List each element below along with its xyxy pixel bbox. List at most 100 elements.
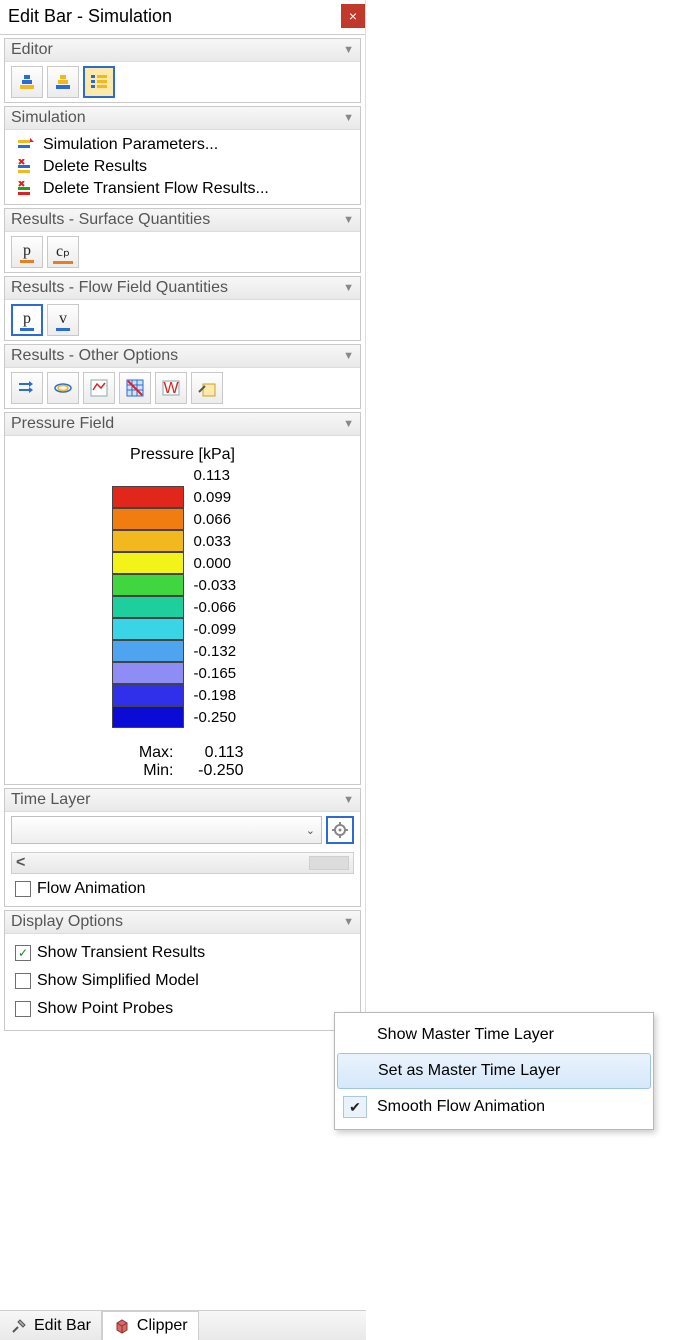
legend-value: -0.250 [184,709,254,726]
legend-value: 0.000 [184,555,254,572]
chevron-down-icon: ▼ [343,794,354,806]
menu-item-label: Delete Transient Flow Results... [43,180,269,198]
other-btn-probe[interactable] [191,372,223,404]
section-title: Results - Other Options [11,347,178,365]
scroll-thumb[interactable] [309,856,349,870]
legend-swatch [112,684,184,706]
context-menu-label: Set as Master Time Layer [378,1062,560,1080]
tools-icon [10,1317,28,1335]
section-pressure-field: Pressure Field ▼ Pressure [kPa] 0.113 0.0… [4,412,361,785]
chevron-down-icon: ⌄ [306,824,315,837]
other-btn-contours[interactable] [47,372,79,404]
context-menu-item[interactable]: Smooth Flow Animation [337,1089,651,1125]
chevron-down-icon: ▼ [343,350,354,362]
display-option[interactable]: Show Simplified Model [11,966,354,994]
editor-btn-1[interactable] [11,66,43,98]
section-header-results-flowfield[interactable]: Results - Flow Field Quantities ▼ [5,277,360,300]
legend-swatch [112,662,184,684]
legend-row: -0.250 [112,706,254,728]
time-layer-context-menu: Show Master Time Layer Set as Master Time… [334,1012,654,1130]
legend-swatch [112,706,184,728]
section-simulation: Simulation ▼ Simulation Parameters... De… [4,106,361,205]
chevron-down-icon: ▼ [343,44,354,56]
list-icon [89,72,109,92]
time-scrollbar[interactable]: < [11,852,354,874]
w-icon: W [161,378,181,398]
section-results-flowfield: Results - Flow Field Quantities ▼ p v [4,276,361,341]
legend-stats: Max:0.113 Min:-0.250 [11,734,354,780]
legend-swatch [112,486,184,508]
context-menu-label: Show Master Time Layer [377,1026,554,1044]
section-title: Results - Surface Quantities [11,211,210,229]
check-icon [343,1096,367,1118]
pressure-cp-button[interactable]: cₚ [47,236,79,268]
min-value: -0.250 [184,762,244,780]
cp-icon: cₚ [53,241,73,264]
max-value: 0.113 [184,744,244,762]
section-editor: Editor ▼ [4,38,361,103]
check-icon [343,1024,367,1046]
section-results-surface: Results - Surface Quantities ▼ p cₚ [4,208,361,273]
close-button[interactable]: × [341,4,365,28]
legend-row: -0.132 [112,640,254,662]
flow-p-button[interactable]: p [11,304,43,336]
other-btn-w[interactable]: W [155,372,187,404]
section-header-time-layer[interactable]: Time Layer ▼ [5,789,360,812]
section-header-display-options[interactable]: Display Options ▼ [5,911,360,934]
other-btn-chart[interactable] [83,372,115,404]
editor-btn-2[interactable] [47,66,79,98]
legend-row: 0.000 [112,552,254,574]
other-btn-streamlines[interactable] [11,372,43,404]
chart-icon [89,378,109,398]
legend-row: 0.033 [112,530,254,552]
probe-icon [197,378,217,398]
time-layer-settings-button[interactable] [326,816,354,844]
tab-clipper[interactable]: Clipper [102,1311,199,1340]
legend-value: 0.113 [184,467,254,484]
legend-swatch [112,640,184,662]
menu-item-delete-results[interactable]: Delete Results [11,156,354,178]
section-header-pressure-field[interactable]: Pressure Field ▼ [5,413,360,436]
section-display-options: Display Options ▼ Show Transient Results… [4,910,361,1031]
section-header-results-other[interactable]: Results - Other Options ▼ [5,345,360,368]
section-header-editor[interactable]: Editor ▼ [5,39,360,62]
flow-v-button[interactable]: v [47,304,79,336]
menu-item-label: Simulation Parameters... [43,136,218,154]
time-layer-dropdown[interactable]: ⌄ [11,816,322,844]
check-icon [344,1060,368,1082]
context-menu-item[interactable]: Show Master Time Layer [337,1017,651,1053]
section-header-simulation[interactable]: Simulation ▼ [5,107,360,130]
menu-item-sim-params[interactable]: Simulation Parameters... [11,134,354,156]
p-icon: p [20,310,34,331]
display-option[interactable]: Show Transient Results [11,938,354,966]
simulation-menu: Simulation Parameters... Delete Results … [11,134,354,200]
other-btn-grid[interactable] [119,372,151,404]
tab-label: Edit Bar [34,1317,91,1335]
checkbox-label: Show Transient Results [37,944,205,962]
context-menu-item[interactable]: Set as Master Time Layer [337,1053,651,1089]
bottom-tab-strip: Edit Bar Clipper [0,1310,366,1340]
pressure-field-title: Pressure [kPa] [11,440,354,464]
delete-icon [15,158,37,176]
legend-row: -0.033 [112,574,254,596]
legend-swatch [112,596,184,618]
grid-icon [125,378,145,398]
p-icon: p [20,242,34,263]
tab-edit-bar[interactable]: Edit Bar [0,1311,102,1340]
display-option[interactable]: Show Point Probes [11,994,354,1022]
scroll-left-icon: < [16,854,25,872]
editor-btn-3[interactable] [83,66,115,98]
stack-icon [53,72,73,92]
pressure-p-button[interactable]: p [11,236,43,268]
section-title: Simulation [11,109,86,127]
menu-item-delete-transient[interactable]: Delete Transient Flow Results... [11,178,354,200]
legend-row: -0.165 [112,662,254,684]
display-options-list: Show Transient Results Show Simplified Mo… [5,934,360,1030]
flow-animation-checkbox[interactable]: Flow Animation [11,874,354,902]
section-title: Time Layer [11,791,90,809]
chevron-down-icon: ▼ [343,418,354,430]
checkbox-icon [15,1001,31,1017]
legend-row: 0.066 [112,508,254,530]
section-header-results-surface[interactable]: Results - Surface Quantities ▼ [5,209,360,232]
checkbox-icon [15,881,31,897]
